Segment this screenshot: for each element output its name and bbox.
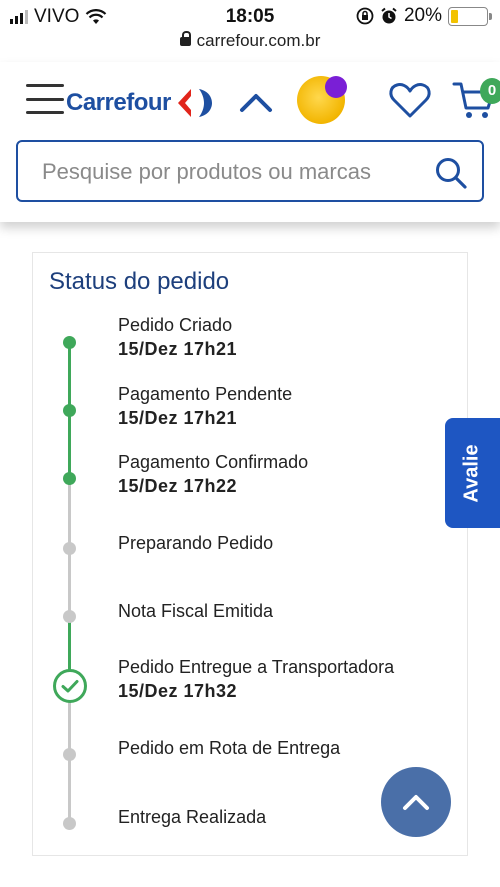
battery-percent: 20% bbox=[403, 5, 442, 26]
timeline-connector bbox=[68, 342, 71, 410]
timeline-connector bbox=[68, 478, 71, 548]
step-pending-dot bbox=[63, 542, 76, 555]
step-label: Pedido em Rota de Entrega bbox=[118, 738, 341, 758]
cart-count-badge: 0 bbox=[480, 78, 500, 104]
timeline-connector bbox=[68, 548, 71, 616]
search-box bbox=[16, 140, 484, 202]
feedback-tab[interactable]: Avalie bbox=[445, 418, 500, 528]
chevron-up-icon bbox=[403, 795, 429, 810]
step-label: Pagamento Confirmado bbox=[118, 452, 309, 472]
step-date: 15/Dez 17h21 bbox=[118, 408, 238, 428]
alarm-icon bbox=[381, 7, 397, 24]
logo-text: Carrefour bbox=[66, 89, 171, 116]
rotation-lock-icon bbox=[356, 7, 374, 25]
url-text: carrefour.com.br bbox=[196, 31, 321, 50]
timeline-connector bbox=[68, 410, 71, 478]
step-label: Preparando Pedido bbox=[118, 533, 274, 553]
site-header: Carrefour 0 bbox=[0, 62, 500, 222]
step-date: 15/Dez 17h22 bbox=[118, 476, 238, 496]
carrefour-mark-icon bbox=[177, 89, 212, 117]
notification-dot bbox=[325, 76, 347, 98]
step-label: Pedido Entregue a Transportadora bbox=[118, 657, 395, 677]
menu-button[interactable] bbox=[26, 84, 64, 114]
step-label: Nota Fiscal Emitida bbox=[118, 601, 274, 621]
order-status-title: Status do pedido bbox=[49, 268, 230, 295]
step-done-dot bbox=[63, 336, 76, 349]
step-done-dot bbox=[63, 472, 76, 485]
carrefour-logo[interactable]: Carrefour bbox=[66, 86, 215, 120]
chevron-up-icon[interactable] bbox=[238, 86, 274, 116]
search-icon[interactable] bbox=[434, 156, 468, 190]
browser-url-bar[interactable]: carrefour.com.br bbox=[0, 31, 500, 51]
timeline-connector bbox=[68, 754, 71, 823]
lock-icon bbox=[179, 31, 191, 46]
step-pending-dot bbox=[63, 748, 76, 761]
step-label: Pedido Criado bbox=[118, 315, 233, 335]
battery-icon bbox=[448, 6, 492, 26]
order-status-card: Status do pedido Pedido Criado 15/Dez 17h… bbox=[32, 252, 468, 856]
step-label: Pagamento Pendente bbox=[118, 384, 293, 404]
scroll-to-top-button[interactable] bbox=[381, 767, 451, 837]
feedback-tab-label: Avalie bbox=[461, 443, 483, 503]
step-pending-dot bbox=[63, 817, 76, 830]
status-bar: VIVO 18:05 20% bbox=[0, 0, 500, 34]
step-pending-dot bbox=[63, 610, 76, 623]
search-input[interactable] bbox=[42, 154, 422, 190]
step-date: 15/Dez 17h21 bbox=[118, 339, 238, 359]
step-done-dot bbox=[63, 404, 76, 417]
check-circle-icon bbox=[53, 669, 87, 703]
heart-icon[interactable] bbox=[388, 80, 432, 120]
status-icons: 20% bbox=[356, 5, 492, 27]
step-label: Entrega Realizada bbox=[118, 807, 267, 827]
step-date: 15/Dez 17h32 bbox=[118, 681, 238, 701]
